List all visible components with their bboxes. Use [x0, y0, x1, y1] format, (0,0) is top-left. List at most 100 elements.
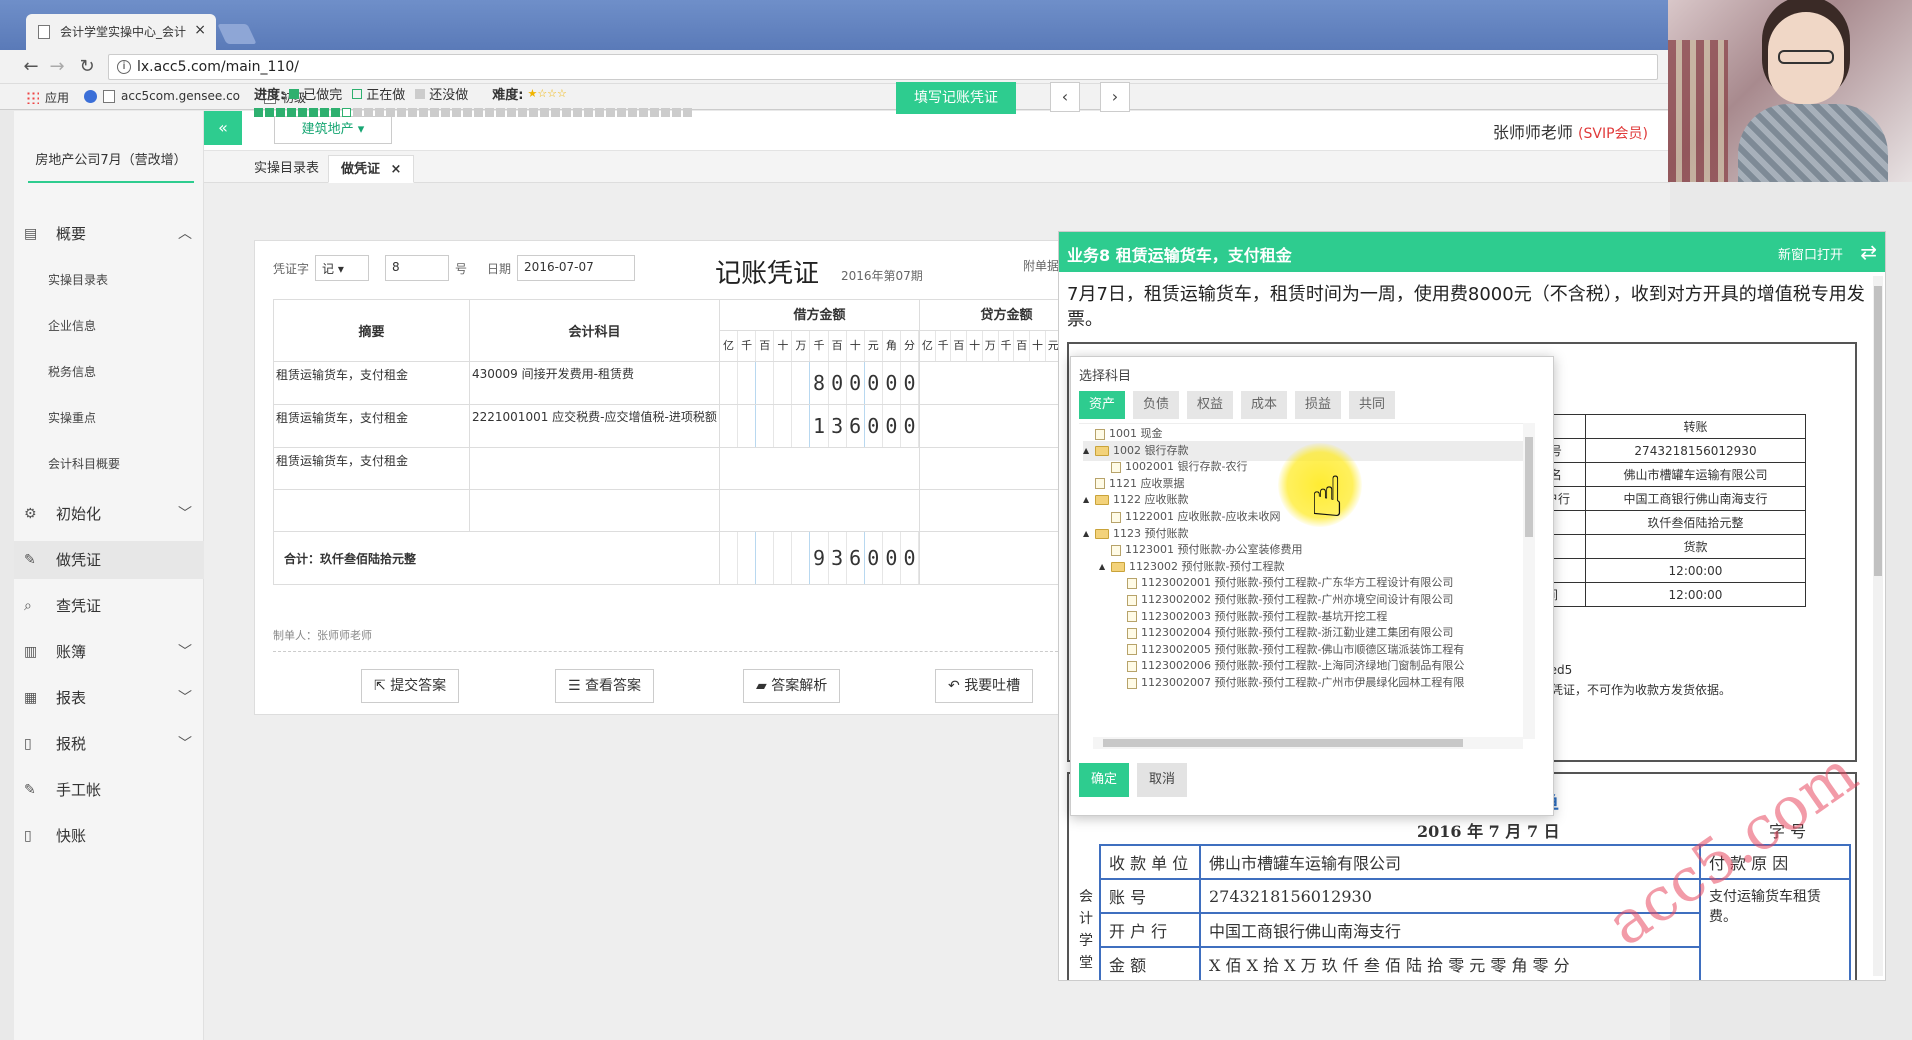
sidebar-sub-company-info[interactable]: 企业信息 [14, 307, 204, 345]
expand-toggle-icon[interactable]: ▲ [1083, 524, 1091, 544]
browser-tab[interactable]: 会计学堂实操中心_会计 × [26, 14, 216, 50]
debit-cell[interactable]: 800000 [719, 361, 920, 405]
address-bar[interactable]: i lx.acc5.com/main_110/ [108, 54, 1658, 80]
progress-segment[interactable] [342, 108, 351, 117]
tree-node[interactable]: 1123002007 预付账款-预付工程款-广州市伊晨绿化园林工程有限 [1115, 673, 1523, 693]
voucher-row[interactable]: 租赁运输货车，支付租金 430009 间接开发费用-租赁费 8 0 0 0 0 0 [273, 361, 1073, 405]
credit-cell[interactable] [919, 404, 1073, 448]
progress-segment[interactable] [441, 108, 450, 117]
progress-segment[interactable] [529, 108, 538, 117]
account-cell[interactable] [469, 489, 720, 532]
progress-segment[interactable] [573, 108, 582, 117]
tab-make-voucher[interactable]: 做凭证 × [328, 155, 415, 183]
cancel-button[interactable]: 取消 [1137, 763, 1188, 797]
forward-icon[interactable]: → [46, 56, 68, 78]
progress-segment[interactable] [650, 108, 659, 117]
progress-segment[interactable] [474, 108, 483, 117]
reload-icon[interactable]: ↻ [76, 56, 98, 78]
expand-toggle-icon[interactable]: ▲ [1083, 490, 1091, 510]
progress-segment[interactable] [397, 108, 406, 117]
progress-segment[interactable] [551, 108, 560, 117]
progress-segment[interactable] [430, 108, 439, 117]
sidebar-item-make-voucher[interactable]: ✎ 做凭证 [14, 541, 204, 579]
progress-segment[interactable] [639, 108, 648, 117]
progress-segment[interactable] [617, 108, 626, 117]
progress-segment[interactable] [331, 108, 340, 117]
scroll-thumb[interactable] [1103, 739, 1463, 747]
progress-segment[interactable] [595, 108, 604, 117]
category-tab-equity[interactable]: 权益 [1187, 391, 1234, 419]
summary-cell[interactable]: 租赁运输货车，支付租金 [273, 361, 470, 405]
tab-catalog[interactable]: 实操目录表 [242, 155, 331, 183]
answer-analysis-button[interactable]: ▰ 答案解析 [743, 669, 841, 703]
category-tab-common[interactable]: 共同 [1349, 391, 1396, 419]
new-tab-button[interactable] [217, 24, 257, 44]
progress-segment[interactable] [309, 108, 318, 117]
voucher-row[interactable] [273, 489, 1073, 532]
debit-cell[interactable]: 136000 [719, 404, 920, 448]
close-tab-icon[interactable]: × [194, 22, 206, 38]
account-cell[interactable]: 2221001001 应交税费-应交增值税-进项税额 [469, 404, 720, 448]
progress-segment[interactable] [419, 108, 428, 117]
credit-cell[interactable] [919, 447, 1073, 490]
progress-segment[interactable] [507, 108, 516, 117]
progress-segment[interactable] [661, 108, 670, 117]
bookmark-apps[interactable]: 应用 [26, 89, 69, 106]
scroll-thumb[interactable] [1874, 286, 1882, 576]
voucher-row[interactable]: 租赁运输货车，支付租金 2221001001 应交税费-应交增值税-进项税额 1 3 6… [273, 404, 1073, 448]
progress-segment[interactable] [584, 108, 593, 117]
sidebar-item-overview[interactable]: ▤ 概要 ︿ [14, 215, 204, 253]
info-icon[interactable]: i [117, 60, 131, 74]
voucher-number-input[interactable]: 8 [385, 255, 450, 281]
voucher-row[interactable]: 租赁运输货车，支付租金 [273, 447, 1073, 490]
progress-segment[interactable] [265, 108, 274, 117]
summary-cell[interactable]: 租赁运输货车，支付租金 [273, 404, 470, 448]
expand-toggle-icon[interactable]: ▲ [1099, 557, 1107, 577]
sidebar-sub-subjects[interactable]: 会计科目概要 [14, 445, 204, 483]
back-icon[interactable]: ← [20, 56, 42, 78]
sidebar-sub-catalog[interactable]: 实操目录表 [14, 261, 204, 299]
progress-segment[interactable] [540, 108, 549, 117]
feedback-button[interactable]: ↶ 我要吐槽 [935, 669, 1034, 703]
summary-cell[interactable]: 租赁运输货车，支付租金 [273, 447, 470, 490]
progress-segment[interactable] [408, 108, 417, 117]
scroll-thumb[interactable] [1525, 437, 1533, 537]
progress-segment[interactable] [683, 108, 692, 117]
voucher-word-select[interactable]: 记 ▾ [315, 255, 370, 281]
progress-segment[interactable] [496, 108, 505, 117]
summary-cell[interactable] [273, 489, 470, 532]
view-answer-button[interactable]: ☰ 查看答案 [555, 669, 655, 703]
credit-cell[interactable] [919, 489, 1073, 532]
progress-segment[interactable] [518, 108, 527, 117]
progress-segment[interactable] [672, 108, 681, 117]
sidebar-item-manual[interactable]: ✎ 手工帐 [14, 771, 204, 809]
next-button[interactable]: › [1100, 82, 1130, 112]
business-scrollbar[interactable] [1873, 276, 1883, 976]
debit-cell[interactable] [719, 447, 920, 490]
debit-cell[interactable] [719, 489, 920, 532]
switch-icon[interactable]: ⇄ [1860, 240, 1877, 264]
progress-segment[interactable] [254, 108, 263, 117]
fill-voucher-button[interactable]: 填写记账凭证 [896, 82, 1016, 114]
confirm-button[interactable]: 确定 [1079, 763, 1130, 797]
progress-segment[interactable] [353, 108, 362, 117]
progress-segment[interactable] [287, 108, 296, 117]
account-cell[interactable] [469, 447, 720, 490]
category-tab-cost[interactable]: 成本 [1241, 391, 1288, 419]
progress-segment[interactable] [386, 108, 395, 117]
progress-segment[interactable] [276, 108, 285, 117]
progress-segment[interactable] [485, 108, 494, 117]
progress-segment[interactable] [375, 108, 384, 117]
voucher-date-input[interactable]: 2016-07-07 [517, 255, 636, 281]
sidebar-item-quick[interactable]: ▯ 快账 [14, 817, 204, 855]
sidebar-sub-key-points[interactable]: 实操重点 [14, 399, 204, 437]
tree-horizontal-scrollbar[interactable] [1093, 737, 1523, 749]
sidebar-item-init[interactable]: ⚙ 初始化 ﹀ [14, 495, 204, 533]
category-tab-assets[interactable]: 资产 [1079, 391, 1126, 419]
sidebar-sub-tax-info[interactable]: 税务信息 [14, 353, 204, 391]
expand-toggle-icon[interactable]: ▲ [1083, 441, 1091, 461]
progress-segment[interactable] [628, 108, 637, 117]
progress-segment[interactable] [562, 108, 571, 117]
prev-button[interactable]: ‹ [1050, 82, 1080, 112]
progress-segment[interactable] [606, 108, 615, 117]
